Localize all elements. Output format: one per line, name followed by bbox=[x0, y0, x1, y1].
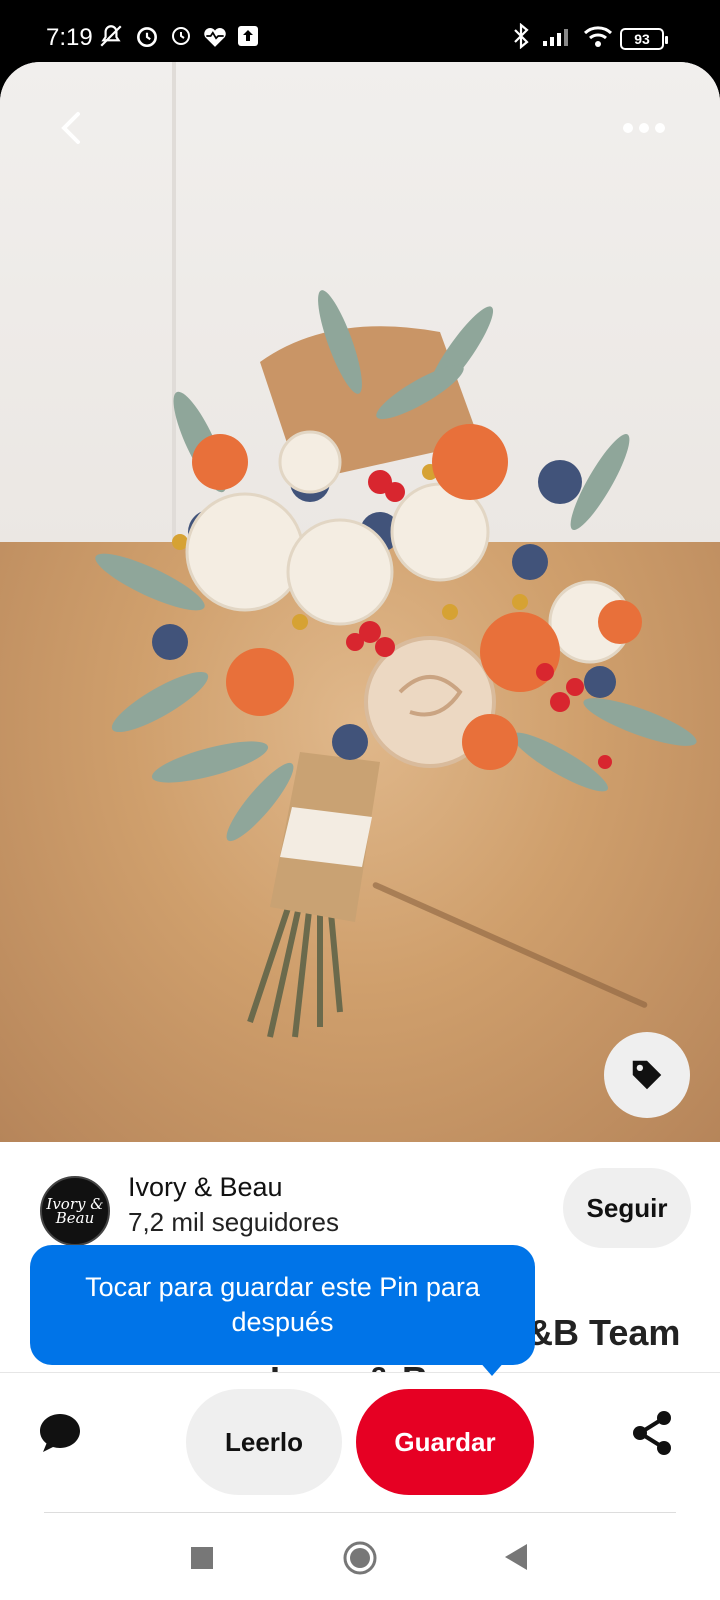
creator-followers: 7,2 mil seguidores bbox=[128, 1207, 339, 1237]
back-nav-icon[interactable] bbox=[504, 1544, 528, 1570]
divider bbox=[44, 1512, 676, 1513]
wifi-icon bbox=[582, 22, 614, 50]
creator-name[interactable]: Ivory & Beau bbox=[128, 1172, 283, 1203]
save-button[interactable]: Guardar bbox=[356, 1389, 534, 1495]
tag-icon[interactable] bbox=[604, 1032, 690, 1118]
battery-icon: 93 bbox=[620, 28, 668, 50]
follow-button[interactable]: Seguir bbox=[563, 1168, 691, 1248]
signal-icon bbox=[540, 22, 576, 50]
bluetooth-icon bbox=[510, 22, 532, 50]
recent-apps-icon[interactable] bbox=[190, 1546, 214, 1570]
status-time: 7:19 bbox=[46, 24, 93, 51]
read-button[interactable]: Leerlo bbox=[186, 1389, 342, 1495]
android-nav-bar bbox=[0, 1514, 720, 1600]
share-icon[interactable] bbox=[624, 1405, 680, 1461]
pin-detail-card: Ivory & Beau Ivory & Beau 7,2 mil seguid… bbox=[0, 62, 720, 1600]
creator-avatar[interactable]: Ivory & Beau bbox=[40, 1176, 110, 1246]
pin-title: &B Team bbox=[527, 1312, 681, 1353]
home-icon[interactable] bbox=[342, 1540, 378, 1576]
bouquet-illustration bbox=[95, 290, 697, 1038]
more-options-icon[interactable] bbox=[612, 110, 676, 146]
pin-image[interactable] bbox=[0, 62, 720, 1142]
comment-icon[interactable] bbox=[32, 1405, 88, 1461]
alarm-icon bbox=[132, 22, 162, 50]
mute-icon bbox=[96, 22, 126, 50]
upload-icon bbox=[234, 22, 262, 50]
heart-monitor-icon bbox=[200, 22, 230, 50]
back-arrow-icon[interactable] bbox=[44, 98, 96, 158]
action-bar: Leerlo Guardar bbox=[0, 1372, 720, 1512]
tooltip-arrow bbox=[478, 1360, 506, 1376]
clock-icon bbox=[166, 22, 196, 50]
save-tooltip[interactable]: Tocar para guardar este Pin para después bbox=[30, 1245, 535, 1365]
